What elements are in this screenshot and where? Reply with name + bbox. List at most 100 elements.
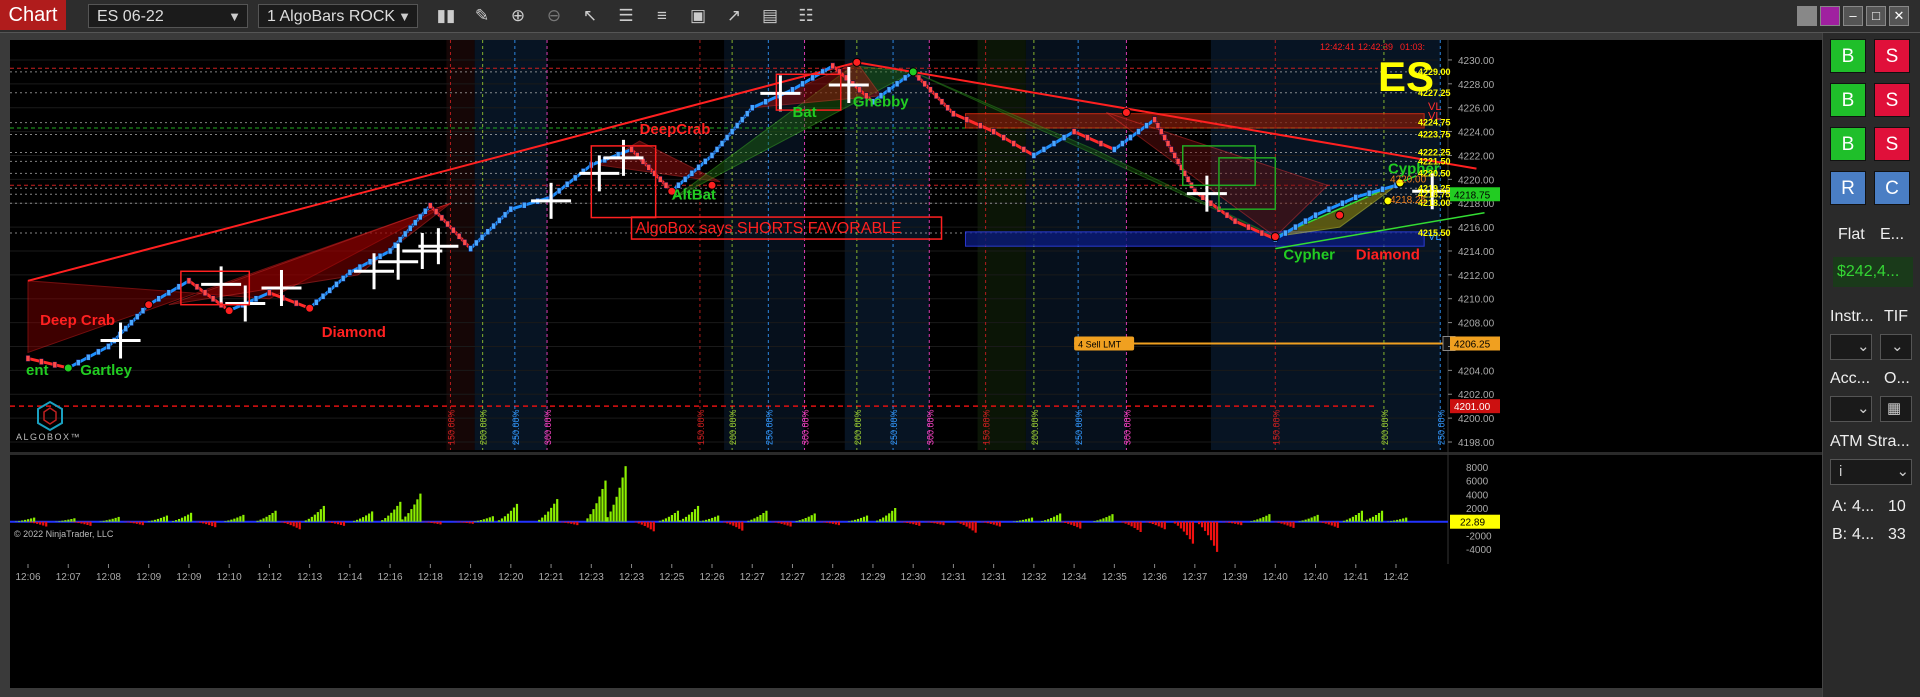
volume-bar-negative bbox=[1277, 521, 1280, 523]
volume-bar-positive bbox=[259, 519, 262, 522]
volume-bar-negative bbox=[1286, 521, 1289, 526]
chart-tab[interactable]: Chart bbox=[0, 0, 66, 30]
properties-icon[interactable]: ☰ bbox=[614, 5, 638, 27]
reverse-button[interactable]: R bbox=[1830, 171, 1866, 205]
volume-bar-positive bbox=[236, 517, 239, 522]
bar-chart-icon[interactable]: ▮▮ bbox=[434, 5, 458, 27]
volume-bar-positive bbox=[1393, 520, 1396, 522]
time-axis-label: 12:23 bbox=[619, 572, 644, 583]
volume-bar-positive bbox=[111, 518, 114, 522]
volume-bar-positive bbox=[274, 510, 277, 522]
volume-bar-positive bbox=[1399, 519, 1402, 522]
volume-bar-positive bbox=[186, 514, 190, 522]
volume-bar-positive bbox=[227, 520, 230, 522]
swing-point bbox=[1121, 107, 1131, 117]
price-brick bbox=[744, 110, 750, 117]
pointer-icon[interactable]: ↖ bbox=[578, 5, 602, 27]
zoom-in-icon[interactable]: ⊕ bbox=[506, 5, 530, 27]
timestamp-label: 12:42:39 bbox=[1358, 42, 1393, 52]
sell-button-2[interactable]: S bbox=[1874, 83, 1910, 117]
volume-bar-negative bbox=[780, 521, 783, 524]
volume-bar-negative bbox=[459, 521, 462, 523]
price-axis-label: 4222.00 bbox=[1458, 151, 1495, 162]
instrument-selector[interactable]: ES 06-22 ▼ bbox=[88, 4, 248, 28]
volume-bar-positive bbox=[485, 518, 488, 522]
buy-button[interactable]: B bbox=[1830, 39, 1866, 73]
price-axis-label: 4226.00 bbox=[1458, 104, 1495, 115]
volume-bar-positive bbox=[491, 516, 494, 522]
fib-time-label: 200.00% bbox=[853, 409, 863, 445]
buy-button-2[interactable]: B bbox=[1830, 83, 1866, 117]
price-axis-label: 4230.00 bbox=[1458, 56, 1495, 67]
templates-icon[interactable]: ▣ bbox=[686, 5, 710, 27]
time-axis-label: 12:42 bbox=[1383, 572, 1408, 583]
indicators-icon[interactable]: ▤ bbox=[758, 5, 782, 27]
volume-bar-negative bbox=[1215, 521, 1219, 552]
volume-bar-positive bbox=[410, 509, 413, 522]
buy-button-3[interactable]: B bbox=[1830, 127, 1866, 161]
price-brick bbox=[1313, 211, 1318, 219]
volume-bar-positive bbox=[693, 509, 697, 522]
link-button[interactable] bbox=[1797, 6, 1817, 26]
color-link-button[interactable] bbox=[1820, 6, 1840, 26]
volume-bar-positive bbox=[1096, 520, 1099, 522]
sell-button-3[interactable]: S bbox=[1874, 127, 1910, 161]
volume-bar-positive bbox=[541, 517, 544, 522]
price-brick bbox=[1001, 134, 1006, 141]
volume-bar-negative bbox=[992, 521, 995, 525]
close-position-button[interactable]: C bbox=[1874, 171, 1910, 205]
sell-button[interactable]: S bbox=[1874, 39, 1910, 73]
volume-bar-negative bbox=[974, 521, 977, 533]
volume-bar-positive bbox=[322, 505, 325, 522]
volume-bar-negative bbox=[1160, 521, 1163, 528]
bars-type-selector[interactable]: 1 AlgoBars ROCK ▼ bbox=[258, 4, 418, 28]
price-brick bbox=[428, 202, 433, 209]
volume-bar-negative bbox=[1289, 521, 1292, 527]
price-brick bbox=[418, 213, 423, 221]
drawing-tools-icon[interactable]: ↗ bbox=[722, 5, 746, 27]
price-brick bbox=[413, 219, 418, 226]
chart-canvas: 150.00% 200.00% 250.00% 300.00% 150.00% 200.0… bbox=[10, 40, 1822, 588]
data-box-icon[interactable]: ☷ bbox=[794, 5, 818, 27]
time-axis-label: 12:34 bbox=[1062, 572, 1087, 583]
price-axis-label: 4228.00 bbox=[1458, 80, 1495, 91]
price-brick bbox=[902, 74, 908, 82]
price-brick bbox=[1085, 134, 1090, 141]
atm-strategy-select[interactable]: i ⌄ bbox=[1830, 459, 1912, 485]
pencil-icon[interactable]: ✎ bbox=[470, 5, 494, 27]
volume-bar-positive bbox=[696, 505, 700, 522]
strategies-icon[interactable]: ≡ bbox=[650, 5, 674, 27]
price-brick bbox=[763, 98, 768, 105]
price-brick bbox=[564, 181, 570, 188]
time-axis-label: 12:40 bbox=[1263, 572, 1288, 583]
maximize-button[interactable]: □ bbox=[1866, 6, 1886, 26]
volume-bar-positive bbox=[1405, 517, 1408, 522]
volume-bar-positive bbox=[595, 503, 598, 522]
account-select[interactable]: ⌄ bbox=[1830, 396, 1872, 422]
price-brick bbox=[1112, 146, 1117, 153]
minimize-button[interactable]: – bbox=[1843, 6, 1863, 26]
quantity-selector[interactable]: ▦ bbox=[1880, 396, 1912, 422]
price-brick bbox=[1185, 176, 1191, 183]
order-qty-label: O... bbox=[1884, 370, 1910, 387]
volume-bar-positive bbox=[894, 508, 897, 522]
price-brick bbox=[991, 128, 996, 135]
time-axis-label: 12:40 bbox=[1303, 572, 1328, 583]
volume-bar-negative bbox=[927, 521, 930, 523]
chevron-down-icon: ⌄ bbox=[1857, 400, 1870, 417]
time-axis-label: 12:37 bbox=[1182, 572, 1207, 583]
tif-select[interactable]: ⌄ bbox=[1880, 334, 1912, 360]
volume-bar-negative bbox=[1292, 521, 1295, 528]
close-button[interactable]: ✕ bbox=[1889, 6, 1909, 26]
copyright-text: © 2022 NinjaTrader, LLC bbox=[14, 529, 114, 539]
chart-area[interactable]: 150.00% 200.00% 250.00% 300.00% 150.00% 200.0… bbox=[10, 40, 1822, 688]
instrument-select[interactable]: ⌄ bbox=[1830, 334, 1872, 360]
volume-bar-positive bbox=[1027, 518, 1031, 522]
volume-bar-positive bbox=[262, 518, 265, 522]
zoom-out-icon[interactable]: ⊖ bbox=[542, 5, 566, 27]
time-axis-label: 12:31 bbox=[981, 572, 1006, 583]
volume-bar-positive bbox=[753, 518, 756, 522]
level-label: 4229.00 bbox=[1418, 67, 1451, 77]
volume-bar-positive bbox=[365, 515, 368, 522]
volume-bar-negative bbox=[126, 521, 129, 523]
